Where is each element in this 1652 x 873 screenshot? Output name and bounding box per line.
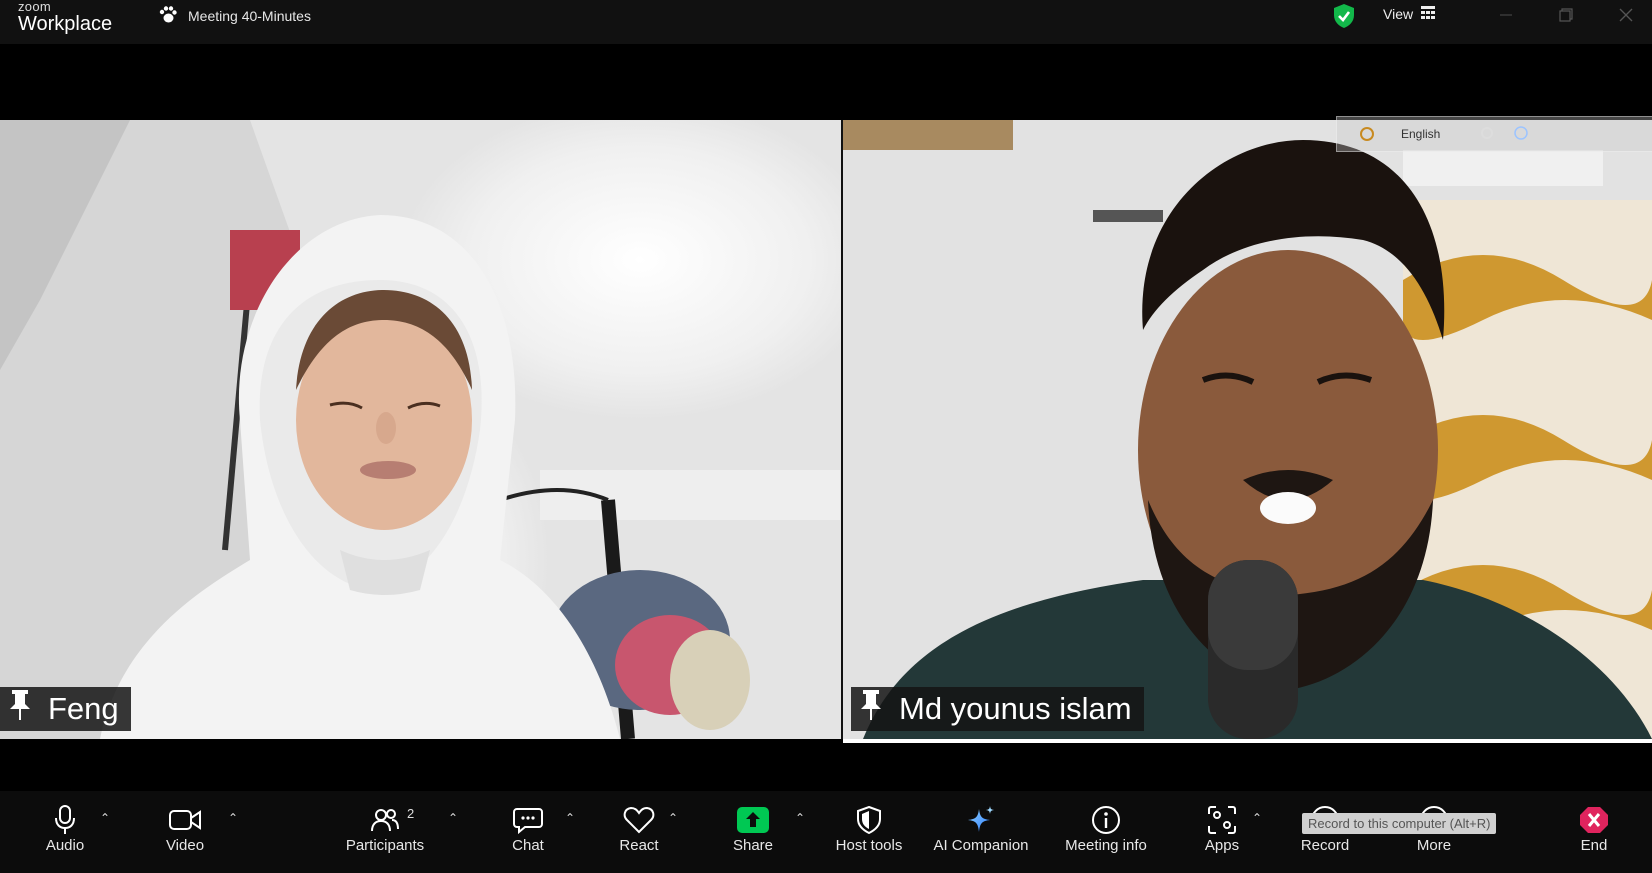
chat-bubble-icon (513, 805, 543, 835)
apps-button[interactable]: Apps (1200, 791, 1244, 873)
language-bar[interactable]: English (1336, 116, 1652, 152)
keyboard-logo-icon (1359, 126, 1375, 142)
apps-icon (1207, 805, 1237, 835)
shield-icon (856, 805, 882, 835)
ai-companion-label: AI Companion (933, 837, 1029, 854)
video-camera-icon (169, 805, 201, 835)
pin-icon[interactable] (859, 689, 883, 729)
participants-icon (371, 805, 399, 835)
paw-icon (158, 5, 178, 27)
info-icon (1091, 805, 1121, 835)
close-window-icon[interactable] (1614, 4, 1638, 26)
top-black-band (0, 44, 1652, 120)
share-options-chevron-up-icon[interactable]: ⌃ (795, 811, 805, 825)
view-button[interactable]: View (1383, 6, 1436, 22)
pin-icon[interactable] (8, 689, 32, 729)
share-screen-icon (737, 805, 769, 835)
react-options-chevron-up-icon[interactable]: ⌃ (668, 811, 678, 825)
participant-name-tag-feng: Feng (0, 687, 131, 731)
participant-name-feng: Feng (48, 691, 119, 726)
end-meeting-button[interactable]: End (1572, 791, 1616, 873)
react-label: React (619, 837, 659, 854)
chat-options-chevron-up-icon[interactable]: ⌃ (565, 811, 575, 825)
participants-button[interactable]: Participants (338, 791, 432, 873)
minimize-icon[interactable] (1494, 4, 1518, 26)
apps-options-chevron-up-icon[interactable]: ⌃ (1252, 811, 1262, 825)
video-options-chevron-up-icon[interactable]: ⌃ (228, 811, 238, 825)
record-label: Record (1300, 837, 1350, 854)
apps-label: Apps (1204, 837, 1240, 854)
ai-companion-button[interactable]: AI Companion (930, 791, 1032, 873)
participant-name-tag-younus: Md younus islam (851, 687, 1144, 731)
zoom-logo: zoom Workplace (18, 0, 112, 34)
video-button[interactable]: Video (156, 791, 214, 873)
audio-options-chevron-up-icon[interactable]: ⌃ (100, 811, 110, 825)
sparkle-icon (966, 805, 996, 835)
audio-button[interactable]: Audio (36, 791, 94, 873)
host-tools-label: Host tools (835, 837, 903, 854)
meeting-title[interactable]: Meeting 40-Minutes (158, 5, 311, 27)
chat-label: Chat (512, 837, 544, 854)
chat-button[interactable]: Chat (506, 791, 550, 873)
heart-icon (623, 805, 655, 835)
language-label: English (1401, 127, 1441, 141)
bottom-black-band (0, 743, 1652, 791)
language-settings-icon[interactable] (1480, 126, 1494, 143)
audio-label: Audio (45, 837, 85, 854)
participant-name-younus: Md younus islam (899, 691, 1132, 726)
meeting-title-text: Meeting 40-Minutes (188, 8, 311, 24)
host-tools-button[interactable]: Host tools (830, 791, 908, 873)
participants-label: Participants (345, 837, 425, 854)
share-label: Share (732, 837, 774, 854)
meeting-info-label: Meeting info (1065, 837, 1147, 854)
react-button[interactable]: React (614, 791, 664, 873)
more-label: More (1416, 837, 1452, 854)
view-label: View (1383, 6, 1414, 22)
meeting-info-button[interactable]: Meeting info (1056, 791, 1156, 873)
participants-count: 2 (407, 806, 415, 821)
microphone-icon (53, 805, 77, 835)
share-button[interactable]: Share (730, 791, 776, 873)
title-bar: zoom Workplace Meeting 40-Minutes View (0, 0, 1652, 44)
language-help-icon[interactable] (1514, 125, 1529, 143)
video-feed-feng (0, 120, 840, 739)
video-tile-feng[interactable] (0, 120, 841, 739)
video-feed-md-younus-islam (843, 120, 1652, 739)
end-label: End (1580, 837, 1608, 854)
encryption-shield-icon[interactable] (1332, 3, 1356, 34)
participants-options-chevron-up-icon[interactable]: ⌃ (448, 811, 458, 825)
end-close-icon (1578, 805, 1610, 835)
grid-view-icon (1421, 6, 1436, 22)
logo-workplace-text: Workplace (18, 13, 113, 35)
restore-icon[interactable] (1554, 4, 1578, 26)
video-label: Video (165, 837, 205, 854)
video-tile-md-younus-islam[interactable] (843, 120, 1652, 739)
record-tooltip: Record to this computer (Alt+R) (1302, 813, 1497, 834)
logo-zoom-text: zoom (18, 0, 51, 14)
